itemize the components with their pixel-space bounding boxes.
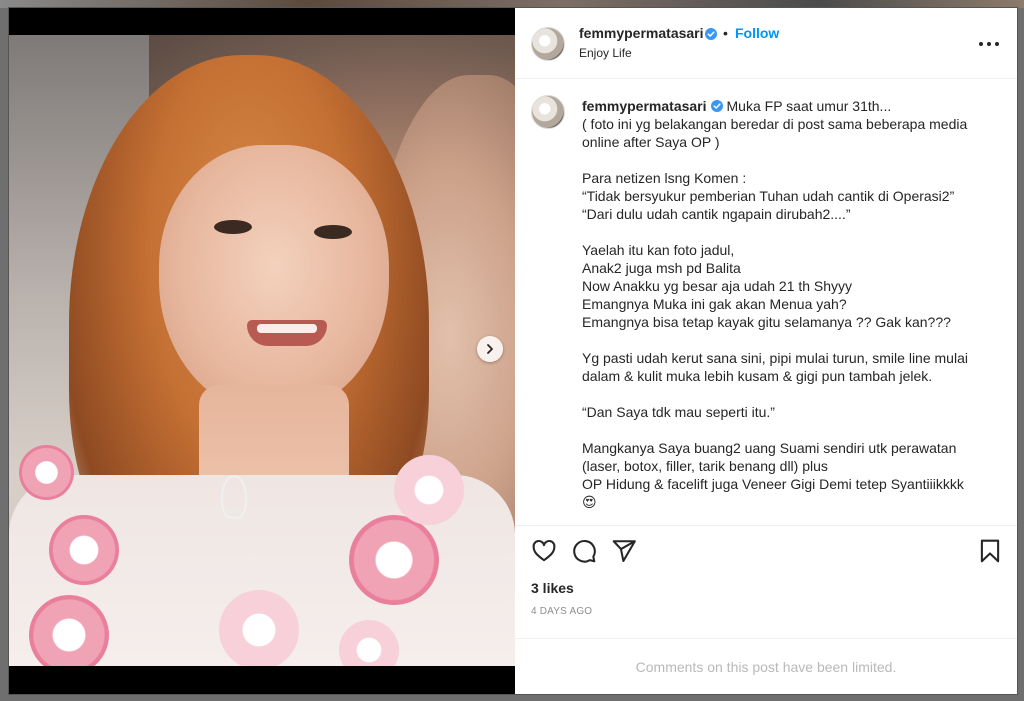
caption-line: Mangkanya Saya buang2 uang Suami sendiri…	[582, 440, 961, 474]
caption-line: “Tidak bersyukur pemberian Tuhan udah ca…	[582, 188, 955, 204]
caption-emoji: 😍	[582, 494, 597, 510]
verified-badge-icon	[705, 28, 717, 40]
heart-icon[interactable]	[531, 538, 557, 564]
next-image-button[interactable]	[477, 336, 503, 362]
avatar[interactable]	[531, 27, 565, 61]
separator-dot: •	[723, 25, 728, 41]
caption-line: “Dari dulu udah cantik ngapain dirubah2.…	[582, 206, 851, 222]
caption-line: Emangnya Muka ini gak akan Menua yah?	[582, 296, 847, 312]
caption-line: Para netizen lsng Komen :	[582, 170, 747, 186]
follow-button[interactable]: Follow	[735, 25, 779, 41]
post-timestamp[interactable]: 4 DAYS AGO	[531, 606, 592, 617]
caption-username[interactable]: femmypermatasari	[582, 98, 707, 114]
caption-section: femmypermatasari Muka FP saat umur 31th..…	[515, 79, 1017, 525]
caption-line: Muka FP saat umur 31th...	[726, 98, 892, 114]
comments-limited-text: Comments on this post have been limited.	[635, 659, 897, 675]
bookmark-icon[interactable]	[977, 538, 1003, 564]
caption-line: ( foto ini yg belakangan beredar di post…	[582, 116, 972, 150]
caption-line: Now Anakku yg besar aja udah 21 th Shyyy	[582, 278, 853, 294]
likes-count[interactable]: 3 likes	[531, 580, 574, 596]
profile-subtitle: Enjoy Life	[579, 46, 632, 60]
caption-line: “Dan Saya tdk mau seperti itu.”	[582, 404, 775, 420]
post-modal: femmypermatasari • Follow Enjoy Life fem…	[9, 8, 1017, 694]
post-media	[9, 8, 515, 694]
chevron-right-icon	[487, 344, 493, 354]
verified-badge-icon	[710, 100, 723, 112]
caption-line: Yaelah itu kan foto jadul,	[582, 242, 735, 258]
caption-line: Yg pasti udah kerut sana sini, pipi mula…	[582, 350, 972, 384]
caption-text: femmypermatasari Muka FP saat umur 31th..…	[582, 97, 982, 511]
caption-line: Emangnya bisa tetap kayak gitu selamanya…	[582, 314, 951, 330]
comment-icon[interactable]	[571, 538, 597, 564]
post-details-panel: femmypermatasari • Follow Enjoy Life fem…	[515, 8, 1017, 694]
comments-limited-notice: Comments on this post have been limited.	[515, 638, 1017, 695]
background-page	[0, 0, 1024, 8]
share-icon[interactable]	[611, 538, 637, 564]
post-photo	[9, 35, 515, 666]
header-username[interactable]: femmypermatasari	[579, 25, 704, 41]
post-header: femmypermatasari • Follow Enjoy Life	[515, 8, 1017, 79]
caption-line: Anak2 juga msh pd Balita	[582, 260, 741, 276]
more-options-icon[interactable]	[979, 42, 999, 48]
caption-line: OP Hidung & facelift juga Veneer Gigi De…	[582, 476, 964, 492]
action-bar	[515, 525, 1017, 576]
caption-avatar[interactable]	[531, 95, 565, 129]
